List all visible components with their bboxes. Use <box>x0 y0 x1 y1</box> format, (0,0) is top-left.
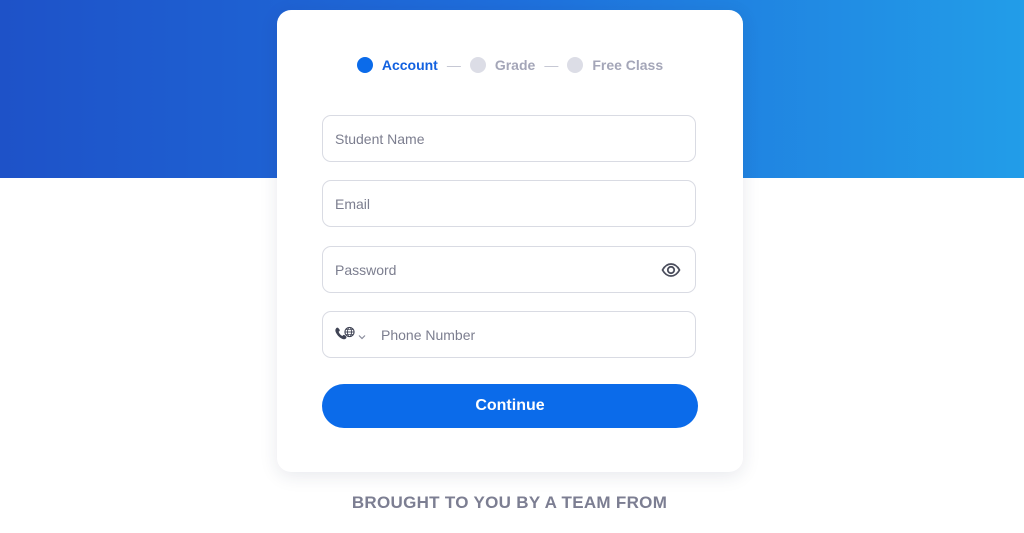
student-name-field <box>322 115 696 162</box>
step-dot <box>567 57 584 73</box>
step-dot-active <box>356 57 373 73</box>
step-account: Account <box>356 57 438 73</box>
step-label: Account <box>381 57 438 73</box>
step-dot <box>469 57 486 73</box>
phone-field <box>322 311 696 358</box>
step-separator: — <box>544 57 559 73</box>
student-name-input[interactable] <box>323 116 695 161</box>
signup-card: Account — Grade — Free Class Student Nam… <box>277 10 743 472</box>
continue-button[interactable]: Continue <box>322 384 698 428</box>
password-input[interactable] <box>323 247 695 292</box>
eye-icon[interactable] <box>661 261 681 279</box>
email-field <box>322 180 696 227</box>
footer-tagline: BROUGHT TO YOU BY A TEAM FROM <box>351 493 668 512</box>
step-free-class: Free Class <box>567 57 663 73</box>
step-label: Grade <box>494 57 536 73</box>
step-label: Free Class <box>592 57 664 73</box>
step-grade: Grade <box>469 57 536 73</box>
phone-input[interactable] <box>323 312 695 357</box>
step-separator: — <box>446 57 461 73</box>
password-field <box>322 246 696 293</box>
progress-stepper: Account — Grade — Free Class <box>277 54 743 76</box>
email-input[interactable] <box>323 181 695 226</box>
